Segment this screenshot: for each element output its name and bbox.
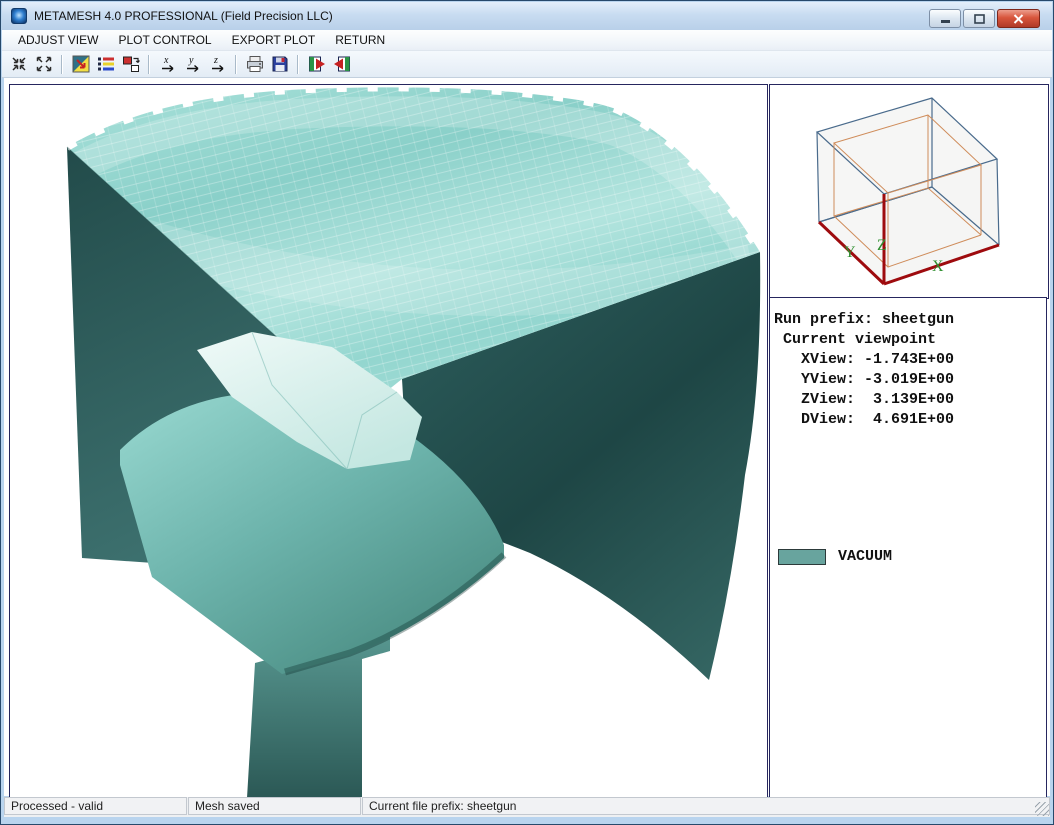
z-direction-icon: z [208,54,228,74]
collapse-view-button[interactable] [6,53,31,76]
workspace: Y Z X Run prefix: sheetgun Current viewp… [4,78,1050,796]
status-file-prefix: Current file prefix: sheetgun [362,797,1050,815]
app-icon [11,8,27,24]
statusbar: Processed - valid Mesh saved Current fil… [4,797,1050,817]
window-title: METAMESH 4.0 PROFESSIONAL (Field Precisi… [34,2,333,30]
close-button[interactable] [997,9,1040,28]
status-processed: Processed - valid [4,797,187,815]
copy-region-button[interactable] [118,53,143,76]
mesh-3d-view [10,85,767,799]
y-axis-label: Y [844,244,856,261]
y-direction-icon: y [183,54,203,74]
svg-text:z: z [213,55,218,66]
menu-plot-control[interactable]: PLOT CONTROL [108,31,221,49]
viewpoint-heading: Current viewpoint [774,330,1046,350]
close-icon [1013,14,1024,24]
expand-view-button[interactable] [31,53,56,76]
toolbar-separator [235,55,237,74]
toolbar-separator [148,55,150,74]
orientation-cube-panel[interactable]: Y Z X [769,84,1049,299]
dview-value: DView: 4.691E+00 [774,410,1046,430]
xview-value: XView: -1.743E+00 [774,350,1046,370]
vacuum-label: VACUUM [838,548,892,565]
print-button[interactable] [242,53,267,76]
status-mesh-saved: Mesh saved [188,797,361,815]
plot-legend-icon [96,54,116,74]
save-plot-icon [270,54,290,74]
save-plot-button[interactable] [267,53,292,76]
previous-plot-button[interactable] [329,53,354,76]
svg-text:y: y [188,55,194,66]
orientation-cube: Y Z X [770,85,1048,298]
legend: VACUUM [778,548,892,565]
minimize-icon [941,20,950,23]
window-controls [929,9,1040,28]
menu-adjust-view[interactable]: ADJUST VIEW [8,31,108,49]
run-prefix-line: Run prefix: sheetgun [774,310,1046,330]
mesh-plot-area[interactable] [9,84,768,800]
vacuum-color-swatch [778,549,826,565]
svg-text:x: x [163,55,169,66]
toolbar: x y z [2,51,1052,78]
copy-region-icon [121,54,141,74]
toolbar-separator [297,55,299,74]
maximize-icon [974,14,985,24]
y-direction-button[interactable]: y [180,53,205,76]
plot-legend-button[interactable] [93,53,118,76]
viewpoint-info-panel: Run prefix: sheetgun Current viewpoint X… [769,297,1047,798]
z-direction-button[interactable]: z [205,53,230,76]
titlebar[interactable]: METAMESH 4.0 PROFESSIONAL (Field Precisi… [2,2,1052,31]
minimize-button[interactable] [929,9,961,28]
x-axis-label: X [932,258,944,275]
resize-grip[interactable] [1035,802,1049,816]
plot-image-icon [71,54,91,74]
plot-image-button[interactable] [68,53,93,76]
maximize-button[interactable] [963,9,995,28]
menubar: ADJUST VIEW PLOT CONTROL EXPORT PLOT RET… [2,30,1052,51]
x-direction-button[interactable]: x [155,53,180,76]
next-plot-icon [307,54,327,74]
z-axis-label: Z [877,237,887,254]
x-direction-icon: x [158,54,178,74]
menu-export-plot[interactable]: EXPORT PLOT [222,31,326,49]
expand-view-icon [34,54,54,74]
collapse-view-icon [9,54,29,74]
app-window: METAMESH 4.0 PROFESSIONAL (Field Precisi… [0,0,1054,825]
zview-value: ZView: 3.139E+00 [774,390,1046,410]
toolbar-separator [61,55,63,74]
next-plot-button[interactable] [304,53,329,76]
menu-return[interactable]: RETURN [325,31,395,49]
print-icon [245,54,265,74]
previous-plot-icon [332,54,352,74]
yview-value: YView: -3.019E+00 [774,370,1046,390]
